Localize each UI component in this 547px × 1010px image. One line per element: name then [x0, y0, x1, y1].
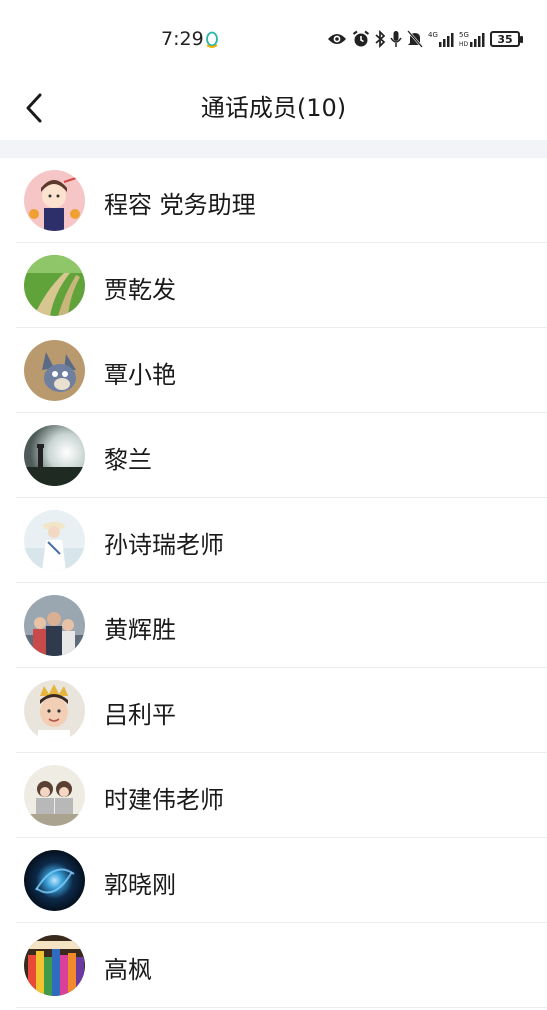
status-icons: 4G 5G HD 35 [327, 28, 523, 50]
member-name: 程容 党务助理 [104, 191, 256, 219]
member-row[interactable]: 吕利平 [0, 668, 547, 753]
mute-bell-icon [407, 30, 423, 48]
member-name: 时建伟老师 [104, 786, 224, 814]
status-bar: 7:29 4G 5G HD 35 [0, 0, 547, 78]
svg-text:5G: 5G [459, 31, 469, 39]
cartoon-cat-avatar [24, 340, 85, 401]
member-name: 孙诗瑞老师 [104, 531, 224, 559]
signal-5g-icon: 5G HD [459, 30, 485, 48]
page-title: 通话成员(10) [200, 94, 347, 122]
member-name: 吕利平 [104, 701, 176, 729]
member-name: 黄辉胜 [104, 616, 176, 644]
eye-icon [327, 32, 347, 46]
svg-text:4G: 4G [428, 31, 438, 39]
member-list: 程容 党务助理 贾乾发 覃小艳 黎兰 孙诗瑞老师 黄辉胜 吕利平 时建伟老师 郭… [0, 158, 547, 1008]
member-row[interactable]: 黄辉胜 [0, 583, 547, 668]
lighthouse-avatar [24, 425, 85, 486]
galaxy-avatar [24, 850, 85, 911]
svg-text:HD: HD [459, 41, 469, 48]
bluetooth-icon [375, 30, 385, 48]
nav-bar: 通话成员(10) [0, 78, 547, 140]
member-row[interactable]: 郭晓刚 [0, 838, 547, 923]
member-name: 覃小艳 [104, 361, 176, 389]
family-photo-avatar [24, 595, 85, 656]
colored-pencils-avatar [24, 935, 85, 996]
member-name: 郭晓刚 [104, 871, 176, 899]
member-name: 高枫 [104, 956, 152, 984]
signal-4g-icon: 4G [428, 30, 454, 48]
grass-path-avatar [24, 255, 85, 316]
member-name: 贾乾发 [104, 276, 176, 304]
member-name: 黎兰 [104, 446, 152, 474]
member-row[interactable]: 时建伟老师 [0, 753, 547, 838]
member-row[interactable]: 程容 党务助理 [0, 158, 547, 243]
cartoon-kid-avatar [24, 170, 85, 231]
mic-icon [390, 30, 402, 48]
alarm-icon [352, 30, 370, 48]
member-row[interactable]: 黎兰 [0, 413, 547, 498]
crowned-child-avatar [24, 680, 85, 741]
member-row[interactable]: 孙诗瑞老师 [0, 498, 547, 583]
member-row[interactable]: 贾乾发 [0, 243, 547, 328]
battery-icon: 35 [490, 31, 523, 47]
member-row[interactable]: 高枫 [0, 923, 547, 1008]
two-kids-avatar [24, 765, 85, 826]
status-time: 7:29 [161, 28, 204, 50]
qq-icon [205, 31, 219, 49]
beach-girl-avatar [24, 510, 85, 571]
member-row[interactable]: 覃小艳 [0, 328, 547, 413]
section-divider [0, 140, 547, 158]
